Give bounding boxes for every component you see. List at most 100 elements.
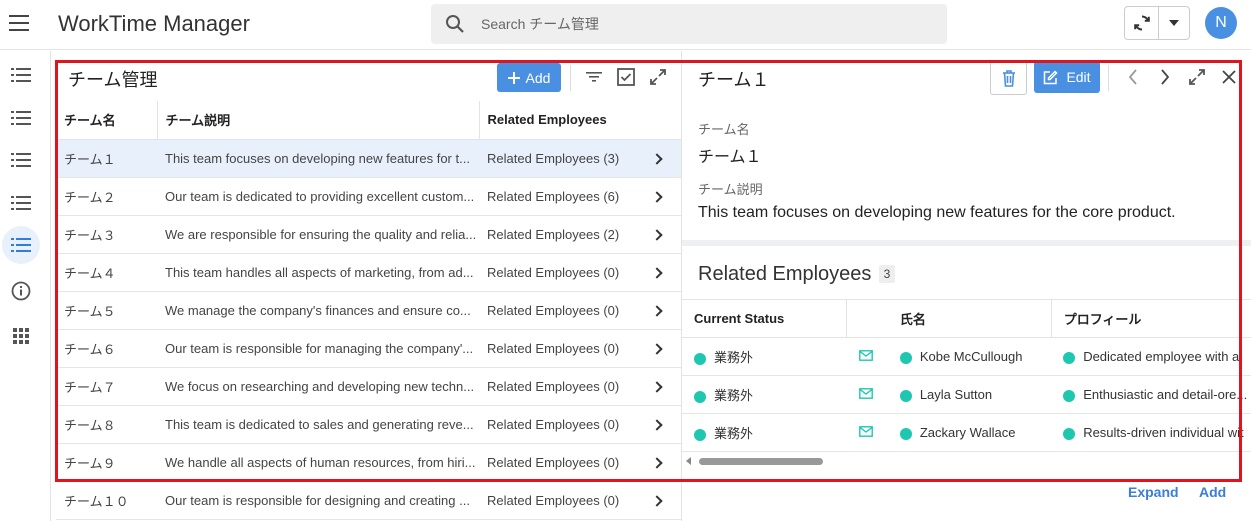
related-employees-cell[interactable]: Related Employees (0) [479, 405, 639, 444]
status-dot [694, 428, 706, 441]
column-header[interactable]: プロフィール [1051, 299, 1251, 338]
employee-table: Current Status 氏名 プロフィール 業務外 Kobe McCull… [682, 299, 1251, 452]
chevron-right-icon[interactable] [639, 139, 681, 178]
team-table: チーム名 チーム説明 Related Employees チーム１ This t… [56, 101, 681, 520]
team-description-cell: We are responsible for ensuring the qual… [157, 215, 479, 254]
related-employees-cell[interactable]: Related Employees (2) [479, 215, 639, 254]
chevron-right-icon[interactable] [1154, 66, 1176, 88]
chevron-right-icon[interactable] [639, 291, 681, 330]
related-employees-cell[interactable]: Related Employees (0) [479, 481, 639, 520]
expand-icon[interactable] [1186, 66, 1208, 88]
scrollbar-thumb[interactable] [699, 458, 823, 465]
table-row[interactable]: チーム９ We handle all aspects of human reso… [56, 443, 681, 482]
team-name-cell: チーム５ [56, 291, 157, 330]
filter-icon[interactable] [583, 66, 605, 88]
expand-button[interactable]: Expand [1128, 484, 1179, 500]
edit-button[interactable]: Edit [1034, 61, 1100, 93]
chevron-right-icon[interactable] [639, 329, 681, 368]
column-header[interactable]: 氏名 [887, 299, 1052, 338]
list-icon[interactable] [2, 184, 40, 222]
team-name-cell: チーム６ [56, 329, 157, 368]
employee-name-cell: Kobe McCullough [887, 337, 1052, 376]
profile-text: Dedicated employee with a [1083, 349, 1240, 364]
search-input[interactable] [481, 4, 921, 44]
table-row[interactable]: チーム１０ Our team is responsible for design… [56, 481, 681, 520]
delete-button[interactable] [990, 61, 1027, 95]
list-icon-active[interactable] [2, 226, 40, 264]
table-row[interactable]: チーム５ We manage the company's finances an… [56, 291, 681, 330]
status-cell: 業務外 [682, 375, 847, 414]
table-row[interactable]: 業務外 Zackary Wallace Results-driven indiv… [682, 413, 1251, 452]
avatar[interactable]: N [1205, 7, 1237, 39]
name-field-value: チーム１ [698, 149, 762, 166]
plus-icon [507, 71, 520, 84]
team-name-cell: チーム２ [56, 177, 157, 216]
related-employees-cell[interactable]: Related Employees (0) [479, 329, 639, 368]
team-description-cell: We manage the company's finances and ens… [157, 291, 479, 330]
chevron-right-icon[interactable] [639, 405, 681, 444]
chevron-right-icon[interactable] [639, 253, 681, 292]
horizontal-scrollbar[interactable] [682, 452, 1242, 470]
team-description-cell: This team is dedicated to sales and gene… [157, 405, 479, 444]
chevron-right-icon[interactable] [639, 215, 681, 254]
team-name-cell: チーム３ [56, 215, 157, 254]
chevron-right-icon[interactable] [639, 177, 681, 216]
team-name-cell: チーム４ [56, 253, 157, 292]
list-icon[interactable] [2, 56, 40, 94]
related-employees-cell[interactable]: Related Employees (3) [479, 139, 639, 178]
apps-grid-icon[interactable] [2, 317, 40, 355]
chevron-right-icon[interactable] [639, 367, 681, 406]
team-name-cell: チーム１ [56, 139, 157, 178]
panel-title: チーム管理 [68, 70, 158, 90]
chevron-right-icon[interactable] [639, 443, 681, 482]
sync-split-button[interactable] [1124, 6, 1190, 40]
column-header[interactable]: Related Employees [479, 101, 639, 140]
team-description-cell: This team handles all aspects of marketi… [157, 253, 479, 292]
team-detail-panel: チーム１ Edit チーム名 チーム１ チーム説明 This team focu… [682, 51, 1251, 521]
profile-text: Enthusiastic and detail-ore... [1083, 387, 1248, 402]
toolbar-divider [1108, 65, 1109, 91]
presence-dot [899, 427, 912, 440]
column-header[interactable]: Current Status [682, 299, 848, 338]
related-employees-cell[interactable]: Related Employees (0) [479, 367, 639, 406]
team-name-cell: チーム１０ [56, 481, 157, 520]
add-team-button[interactable]: Add [497, 63, 561, 92]
expand-icon[interactable] [647, 66, 669, 88]
sync-icon[interactable] [1125, 7, 1159, 39]
related-employees-cell[interactable]: Related Employees (0) [479, 443, 639, 482]
table-row[interactable]: 業務外 Kobe McCullough Dedicated employee w… [682, 337, 1251, 376]
table-row[interactable]: 業務外 Layla Sutton Enthusiastic and detail… [682, 375, 1251, 414]
table-row[interactable]: チーム３ We are responsible for ensuring the… [56, 215, 681, 254]
related-employees-cell[interactable]: Related Employees (0) [479, 253, 639, 292]
info-icon[interactable] [2, 272, 40, 310]
checkbox-select-icon[interactable] [615, 66, 637, 88]
chevron-right-icon[interactable] [639, 481, 681, 520]
edit-icon [1044, 69, 1058, 84]
chevron-left-icon[interactable] [1122, 66, 1144, 88]
list-icon[interactable] [2, 141, 40, 179]
team-name-cell: チーム７ [56, 367, 157, 406]
chevron-down-icon[interactable] [1159, 7, 1189, 39]
table-row[interactable]: チーム６ Our team is responsible for managin… [56, 329, 681, 368]
menu-icon[interactable] [9, 15, 29, 31]
trash-icon [1002, 70, 1015, 87]
table-row[interactable]: チーム７ We focus on researching and develop… [56, 367, 681, 406]
column-header[interactable]: チーム名 [56, 101, 158, 140]
mail-icon[interactable] [846, 413, 888, 452]
team-list-panel: チーム管理 Add チーム名 チーム説明 Related Employees チ… [51, 51, 682, 521]
mail-icon[interactable] [846, 337, 888, 376]
employee-name: Zackary Wallace [919, 425, 1016, 440]
column-header[interactable]: チーム説明 [157, 101, 480, 140]
scroll-left-arrow[interactable] [686, 457, 691, 465]
search-bar[interactable] [431, 4, 947, 44]
table-row[interactable]: チーム４ This team handles all aspects of ma… [56, 253, 681, 292]
table-row[interactable]: チーム１ This team focuses on developing new… [56, 139, 681, 178]
related-employees-cell[interactable]: Related Employees (6) [479, 177, 639, 216]
close-icon[interactable] [1218, 66, 1240, 88]
table-row[interactable]: チーム２ Our team is dedicated to providing … [56, 177, 681, 216]
table-row[interactable]: チーム８ This team is dedicated to sales and… [56, 405, 681, 444]
add-employee-button[interactable]: Add [1199, 484, 1226, 500]
mail-icon[interactable] [846, 375, 888, 414]
list-icon[interactable] [2, 99, 40, 137]
related-employees-cell[interactable]: Related Employees (0) [479, 291, 639, 330]
